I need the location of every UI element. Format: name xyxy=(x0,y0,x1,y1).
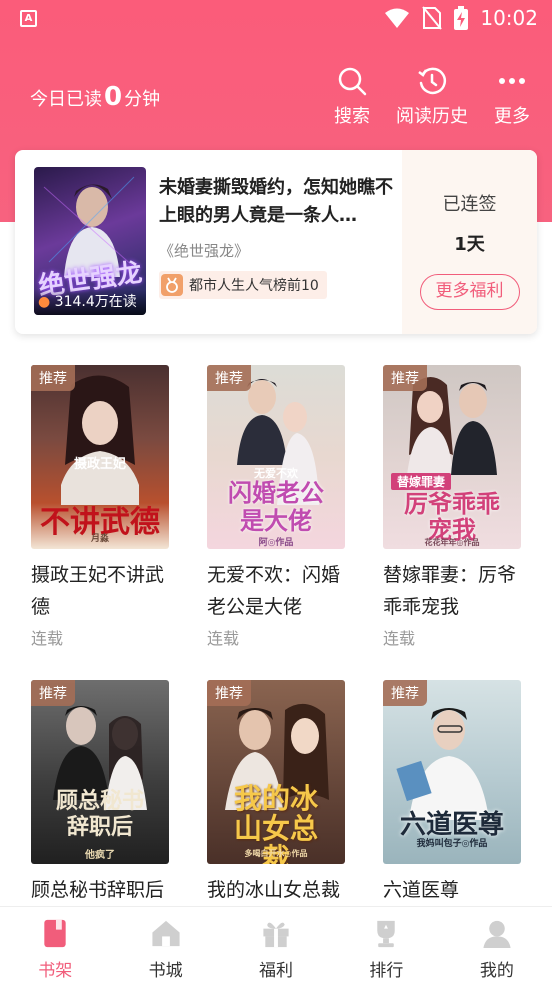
book-cover[interactable]: 推荐 六道医尊 我妈叫包子◎作品 xyxy=(383,680,521,864)
search-icon xyxy=(338,67,367,96)
status-bar: A 10:02 xyxy=(0,0,552,38)
book-item[interactable]: 推荐 我的冰山女总裁 多喝白开水◎作品 我的冰山女总裁 xyxy=(207,680,347,906)
book-title: 六道医尊 xyxy=(383,879,460,901)
recommend-tag: 推荐 xyxy=(383,680,427,706)
cover-author: 他疯了 xyxy=(85,850,115,861)
cover-title: 闪婚老公是大佬 xyxy=(228,479,324,535)
medal-icon xyxy=(161,274,183,296)
daily-info: 未婚妻撕毁婚约，怎知她瞧不上眼的男人竟是一条人… 《绝世强龙》 都市人生人气榜前… xyxy=(159,174,399,299)
book-title: 顾总秘书辞职后他疯了 xyxy=(31,879,165,901)
book-title: 无爱不欢：闪婚老公是大佬 xyxy=(207,564,341,618)
more-label: 更多 xyxy=(494,106,530,127)
cover-title: 厉爷乖乖宠我 xyxy=(404,490,500,544)
recommend-tag: 推荐 xyxy=(207,365,251,391)
nav-bookshelf-label: 书架 xyxy=(38,961,73,981)
daily-rank-text: 都市人生人气榜前10 xyxy=(189,278,319,294)
book-cover[interactable]: 推荐 顾总秘书辞职后 他疯了 xyxy=(31,680,169,864)
book-title: 替嫁罪妻：厉爷乖乖宠我 xyxy=(383,564,517,618)
nav-profile-label: 我的 xyxy=(479,961,514,981)
bookshelf-icon xyxy=(44,919,66,948)
nav-bookstore-label: 书城 xyxy=(148,961,183,981)
profile-icon xyxy=(483,920,511,949)
more-button[interactable]: 更多 xyxy=(494,66,530,128)
read-today-minutes: 0 xyxy=(104,82,123,112)
no-sim-icon xyxy=(422,6,443,30)
daily-readers: ● 314.4万在读 xyxy=(34,289,146,315)
daily-rank-badge: 都市人生人气榜前10 xyxy=(159,271,327,299)
more-welfare-button[interactable]: 更多福利 xyxy=(419,274,520,310)
book-title: 摄政王妃不讲武德 xyxy=(31,564,165,618)
book-item[interactable]: 推荐 顾总秘书辞职后 他疯了 顾总秘书辞职后他疯了 xyxy=(31,680,171,906)
daily-readers-count: 314.4万在读 xyxy=(54,294,137,310)
search-label: 搜索 xyxy=(334,106,370,127)
fire-icon: ● xyxy=(38,294,51,310)
cover-author: 花花年年◎作品 xyxy=(424,538,480,547)
read-today-suffix: 分钟 xyxy=(124,89,161,110)
book-item[interactable]: 推荐 摄政王妃 不讲武德 月淼 摄政王妃不讲武德 连载 xyxy=(31,365,171,649)
daily-book-cover[interactable]: 绝世强龙 ● 314.4万在读 xyxy=(34,167,146,315)
recommend-tag: 推荐 xyxy=(31,680,75,706)
book-status: 连载 xyxy=(207,629,240,648)
status-time: 10:02 xyxy=(480,6,538,30)
nav-profile[interactable]: 我的 xyxy=(442,907,552,981)
daily-book-name: 《绝世强龙》 xyxy=(159,242,250,260)
cover-author: 多喝白开水◎作品 xyxy=(244,849,308,858)
nav-welfare[interactable]: 福利 xyxy=(221,907,331,981)
daily-recommend-card[interactable]: 绝世强龙 ● 314.4万在读 未婚妻撕毁婚约，怎知她瞧不上眼的男人竟是一条人…… xyxy=(15,150,537,334)
book-cover[interactable]: 推荐 我的冰山女总裁 多喝白开水◎作品 xyxy=(207,680,345,864)
read-today-prefix: 今日已读 xyxy=(30,89,102,110)
bottom-nav: 书架 书城 福利 排行 我的 xyxy=(0,906,552,981)
book-title: 我的冰山女总裁 xyxy=(207,879,341,901)
gift-icon xyxy=(263,922,289,948)
cover-title: 顾总秘书辞职后 xyxy=(55,788,144,840)
history-label: 阅读历史 xyxy=(396,106,468,127)
nav-bookstore[interactable]: 书城 xyxy=(110,907,220,981)
app-notification-icon: A xyxy=(20,10,37,27)
cover-subtitle: 替嫁罪妻 xyxy=(391,473,451,490)
book-item[interactable]: 推荐 六道医尊 我妈叫包子◎作品 六道医尊 xyxy=(383,680,523,906)
wifi-icon xyxy=(385,8,410,28)
cover-author: 我妈叫包子◎作品 xyxy=(416,839,488,849)
recommend-tag: 推荐 xyxy=(207,680,251,706)
trophy-icon xyxy=(377,920,396,948)
cover-author: 阿◎作品 xyxy=(258,538,294,548)
book-item[interactable]: 推荐 无爱不欢 闪婚老公是大佬 阿◎作品 无爱不欢：闪婚老公是大佬 连载 xyxy=(207,365,347,649)
read-today: 今日已读 0 分钟 xyxy=(30,82,160,112)
battery-charging-icon xyxy=(454,6,469,30)
top-actions: 搜索 阅读历史 更多 xyxy=(334,66,530,128)
book-cover[interactable]: 推荐 无爱不欢 闪婚老公是大佬 阿◎作品 xyxy=(207,365,345,549)
sign-in-panel: 已连签 1天 更多福利 xyxy=(402,150,537,334)
more-icon xyxy=(499,78,525,84)
nav-ranking-label: 排行 xyxy=(369,961,404,981)
book-status: 连载 xyxy=(383,629,416,648)
recommend-tag: 推荐 xyxy=(383,365,427,391)
nav-ranking[interactable]: 排行 xyxy=(331,907,441,981)
bookstore-icon xyxy=(152,920,180,947)
cover-author: 月淼 xyxy=(90,534,109,544)
book-item[interactable]: 推荐 替嫁罪妻 厉爷乖乖宠我 花花年年◎作品 替嫁罪妻：厉爷乖乖宠我 连载 xyxy=(383,365,523,649)
history-button[interactable]: 阅读历史 xyxy=(396,66,468,128)
recommend-tag: 推荐 xyxy=(31,365,75,391)
book-cover[interactable]: 推荐 替嫁罪妻 厉爷乖乖宠我 花花年年◎作品 xyxy=(383,365,521,549)
nav-welfare-label: 福利 xyxy=(259,961,294,981)
book-status: 连载 xyxy=(31,629,64,648)
cover-subtitle: 摄政王妃 xyxy=(73,457,126,472)
signed-days: 1天 xyxy=(454,234,485,255)
search-button[interactable]: 搜索 xyxy=(334,66,370,128)
history-icon xyxy=(418,67,447,95)
daily-title[interactable]: 未婚妻撕毁婚约，怎知她瞧不上眼的男人竟是一条人… xyxy=(159,174,399,230)
book-cover[interactable]: 推荐 摄政王妃 不讲武德 月淼 xyxy=(31,365,169,549)
signed-label: 已连签 xyxy=(442,194,497,215)
nav-bookshelf[interactable]: 书架 xyxy=(0,907,110,981)
